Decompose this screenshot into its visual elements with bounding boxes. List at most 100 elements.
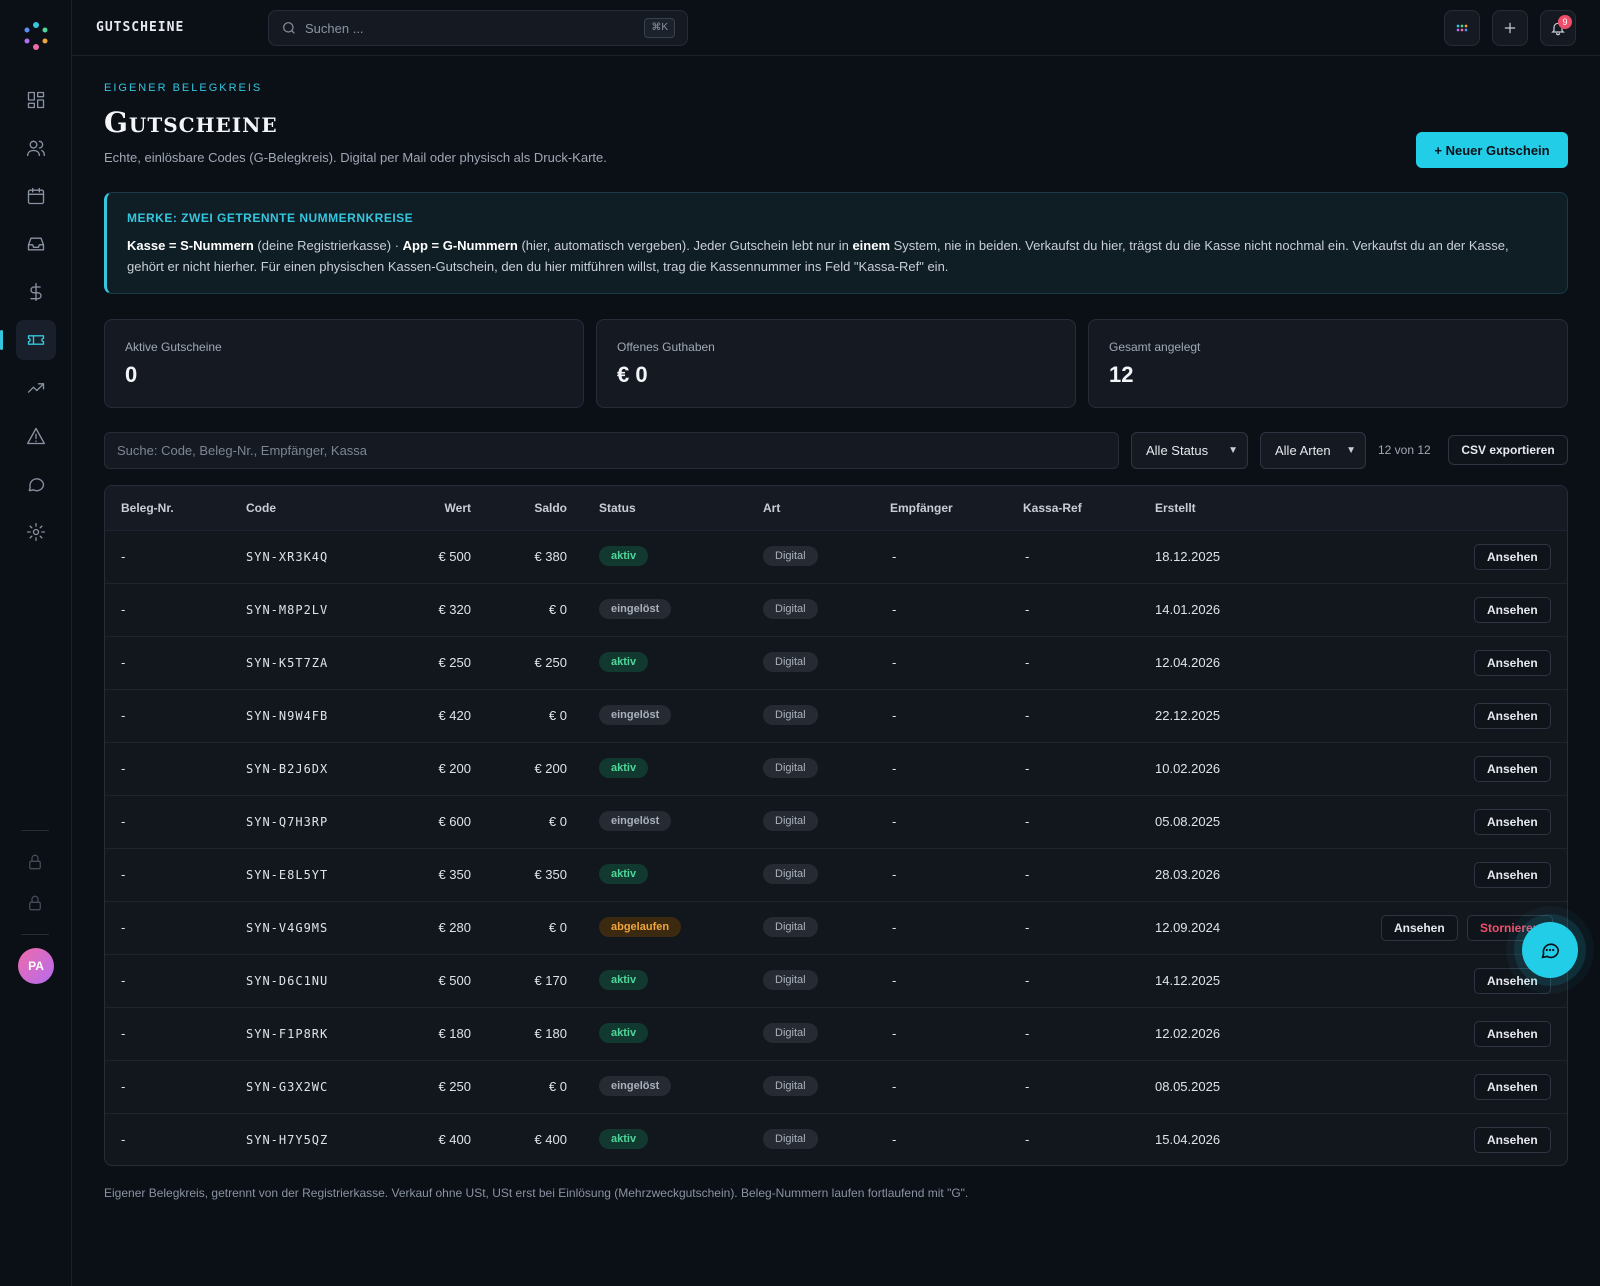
nav-analytics[interactable] — [16, 368, 56, 408]
column-header[interactable]: Erstellt — [1155, 501, 1196, 515]
avatar[interactable]: PA — [18, 948, 54, 984]
kassa-ref-cell: - — [1025, 867, 1030, 882]
view-button[interactable]: Ansehen — [1381, 915, 1458, 941]
balance-cell: € 0 — [548, 814, 567, 829]
create-button[interactable] — [1492, 10, 1528, 46]
view-button[interactable]: Ansehen — [1474, 703, 1551, 729]
status-filter-select[interactable]: Alle Status ▼ — [1131, 432, 1248, 469]
table-row[interactable]: - SYN-E8L5YT € 350 € 350 aktiv Digital - - 28.03… — [105, 848, 1567, 901]
view-button[interactable]: Ansehen — [1474, 1074, 1551, 1100]
table-row[interactable]: - SYN-M8P2LV € 320 € 0 eingelöst Digital - - 14.… — [105, 583, 1567, 636]
app-logo-icon[interactable] — [20, 20, 52, 52]
column-header[interactable]: Saldo — [505, 501, 567, 515]
view-button[interactable]: Ansehen — [1474, 544, 1551, 570]
table-row[interactable]: - SYN-B2J6DX € 200 € 200 aktiv Digital - - 10.02… — [105, 742, 1567, 795]
new-voucher-button[interactable]: + Neuer Gutschein — [1416, 132, 1568, 168]
lock-icon — [29, 895, 41, 911]
notifications-button[interactable]: 9 — [1540, 10, 1576, 46]
table-row[interactable]: - SYN-G3X2WC € 250 € 0 eingelöst Digital - - 08.… — [105, 1060, 1567, 1113]
value-cell: € 600 — [438, 814, 471, 829]
view-button[interactable]: Ansehen — [1474, 862, 1551, 888]
nav-users[interactable] — [16, 128, 56, 168]
value-cell: € 250 — [438, 1079, 471, 1094]
type-badge: Digital — [763, 970, 818, 990]
view-button[interactable]: Ansehen — [1474, 756, 1551, 782]
created-date-cell: 05.08.2025 — [1155, 814, 1221, 829]
recipient-cell: - — [892, 602, 897, 617]
column-header[interactable]: Empfänger — [890, 501, 953, 515]
type-filter-select[interactable]: Alle Arten ▼ — [1260, 432, 1366, 469]
balance-cell: € 180 — [534, 1026, 567, 1041]
status-badge: aktiv — [599, 758, 649, 778]
type-badge: Digital — [763, 917, 818, 937]
table-row[interactable]: - SYN-XR3K4Q € 500 € 380 aktiv Digital - - 18.12… — [105, 530, 1567, 583]
nav-alerts[interactable] — [16, 416, 56, 456]
column-header[interactable]: Art — [763, 501, 780, 515]
table-row[interactable]: - SYN-F1P8RK € 180 € 180 aktiv Digital - - 12.02… — [105, 1007, 1567, 1060]
nav-inbox[interactable] — [16, 224, 56, 264]
ticket-icon — [27, 335, 45, 345]
nav-calendar[interactable] — [16, 176, 56, 216]
table-row[interactable]: - SYN-N9W4FB € 420 € 0 eingelöst Digital - - 22.… — [105, 689, 1567, 742]
created-date-cell: 08.05.2025 — [1155, 1079, 1221, 1094]
global-search[interactable]: ⌘K — [268, 10, 688, 46]
nav-settings[interactable] — [16, 512, 56, 552]
notice-text: Kasse = S-Nummern (deine Registrierkasse… — [127, 238, 1509, 274]
balance-cell: € 0 — [548, 920, 567, 935]
locked-nav-item[interactable] — [26, 894, 46, 914]
view-button[interactable]: Ansehen — [1474, 1021, 1551, 1047]
table-row[interactable]: - SYN-Q7H3RP € 600 € 0 eingelöst Digital - - 05.… — [105, 795, 1567, 848]
nav-vouchers[interactable] — [16, 320, 56, 360]
nav-messages[interactable] — [16, 464, 56, 504]
table-header: Beleg-Nr. Code Wert Saldo Status Art Emp… — [105, 486, 1567, 530]
column-header[interactable]: Kassa-Ref — [1023, 501, 1082, 515]
recipient-cell: - — [892, 814, 897, 829]
value-cell: € 420 — [438, 708, 471, 723]
csv-export-button[interactable]: CSV exportieren — [1448, 435, 1568, 465]
status-badge: eingelöst — [599, 705, 672, 725]
table-row[interactable]: - SYN-H7Y5QZ € 400 € 400 aktiv Digital - - 15.04… — [105, 1113, 1567, 1165]
kassa-ref-cell: - — [1025, 708, 1030, 723]
sidebar: PA — [0, 0, 72, 1286]
created-date-cell: 22.12.2025 — [1155, 708, 1221, 723]
kassa-ref-cell: - — [1025, 761, 1030, 776]
stat-card-balance: Offenes Guthaben € 0 — [596, 319, 1076, 408]
kassa-ref-cell: - — [1025, 549, 1030, 564]
result-count: 12 von 12 — [1378, 443, 1431, 457]
column-header[interactable]: Status — [599, 501, 636, 515]
column-header[interactable]: Wert — [405, 501, 471, 515]
view-button[interactable]: Ansehen — [1474, 1127, 1551, 1153]
status-badge: aktiv — [599, 864, 649, 884]
global-search-input[interactable] — [305, 11, 625, 45]
table-row[interactable]: - SYN-D6C1NU € 500 € 170 aktiv Digital - - 14.12… — [105, 954, 1567, 1007]
search-icon — [281, 20, 299, 38]
view-button[interactable]: Ansehen — [1474, 809, 1551, 835]
view-button[interactable]: Ansehen — [1474, 597, 1551, 623]
chat-support-button[interactable] — [1522, 922, 1578, 978]
nav-finance[interactable] — [16, 272, 56, 312]
apps-button[interactable] — [1444, 10, 1480, 46]
apps-grid-icon — [1456, 24, 1468, 32]
kassa-ref-cell: - — [1025, 1079, 1030, 1094]
active-nav-indicator — [0, 330, 3, 350]
locked-nav-item[interactable] — [26, 853, 46, 873]
balance-cell: € 0 — [548, 1079, 567, 1094]
chat-bubble-icon — [1541, 943, 1560, 959]
value-cell: € 350 — [438, 867, 471, 882]
beleg-nr-cell: - — [121, 761, 126, 776]
voucher-table: Beleg-Nr. Code Wert Saldo Status Art Emp… — [104, 485, 1568, 1166]
table-row[interactable]: - SYN-K5T7ZA € 250 € 250 aktiv Digital - - 12.04… — [105, 636, 1567, 689]
created-date-cell: 10.02.2026 — [1155, 761, 1221, 776]
column-header[interactable]: Beleg-Nr. — [121, 501, 174, 515]
voucher-search-input[interactable] — [104, 432, 1119, 469]
type-badge: Digital — [763, 652, 818, 672]
status-badge: eingelöst — [599, 811, 672, 831]
type-badge: Digital — [763, 864, 818, 884]
created-date-cell: 18.12.2025 — [1155, 549, 1221, 564]
stat-card-active: Aktive Gutscheine 0 — [104, 319, 584, 408]
recipient-cell: - — [892, 655, 897, 670]
table-row[interactable]: - SYN-V4G9MS € 280 € 0 abgelaufen Digital - - 12… — [105, 901, 1567, 954]
view-button[interactable]: Ansehen — [1474, 650, 1551, 676]
column-header[interactable]: Code — [246, 501, 276, 515]
nav-dashboard[interactable] — [16, 80, 56, 120]
